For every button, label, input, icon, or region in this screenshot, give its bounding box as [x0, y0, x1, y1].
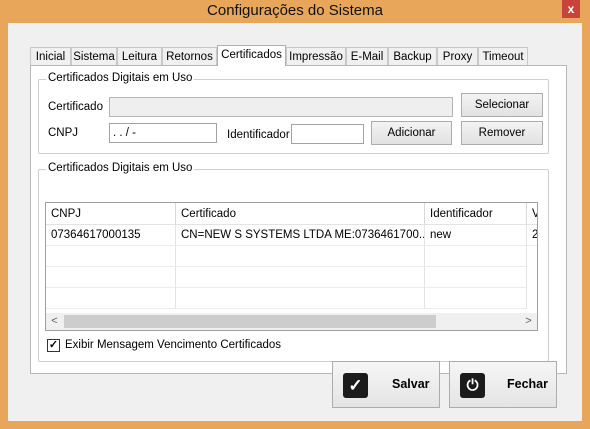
scroll-right-icon[interactable]: >	[520, 313, 537, 330]
title-bar[interactable]: Configurações do Sistema x	[0, 0, 590, 23]
fechar-label: Fechar	[507, 377, 548, 391]
column-header-identificador[interactable]: Identificador	[425, 203, 527, 225]
tab-email[interactable]: E-Mail	[346, 47, 388, 65]
tab-leitura[interactable]: Leitura	[117, 47, 162, 65]
column-header-cnpj[interactable]: CNPJ	[46, 203, 176, 225]
settings-window: Configurações do Sistema x Inicial Siste…	[0, 0, 590, 429]
power-icon: ⏻	[460, 373, 485, 398]
tab-timeout[interactable]: Timeout	[478, 47, 528, 65]
tab-impressao[interactable]: Impressão	[286, 47, 346, 65]
tab-backup[interactable]: Backup	[388, 47, 437, 65]
checkmark-icon: ✓	[343, 373, 368, 398]
certificados-tab-page: Certificados Digitais em Uso Certificado…	[30, 65, 567, 374]
empty-cell	[176, 246, 425, 267]
client-area: Inicial Sistema Leitura Retornos Certifi…	[8, 23, 582, 421]
certificate-list-group-title: Certificados Digitais em Uso	[46, 162, 195, 174]
column-header-certificado[interactable]: Certificado	[176, 203, 425, 225]
fechar-button[interactable]: ⏻ Fechar	[449, 361, 557, 408]
horizontal-scrollbar[interactable]: < >	[46, 313, 537, 330]
identificador-label: Identificador	[227, 129, 290, 141]
close-icon[interactable]: x	[562, 0, 580, 18]
empty-cell	[46, 288, 176, 309]
table-cell-v[interactable]: 2	[527, 225, 537, 246]
cnpj-label: CNPJ	[48, 127, 79, 139]
salvar-label: Salvar	[392, 377, 430, 391]
certificates-grid[interactable]: CNPJ Certificado Identificador V 0736461…	[45, 202, 538, 331]
window-title: Configurações do Sistema	[207, 2, 383, 19]
empty-cell	[425, 288, 527, 309]
salvar-button[interactable]: ✓ Salvar	[332, 361, 440, 408]
tab-inicial[interactable]: Inicial	[30, 47, 71, 65]
remover-button[interactable]: Remover	[461, 121, 543, 145]
certificado-label: Certificado	[48, 101, 103, 113]
certificado-field[interactable]	[109, 97, 453, 117]
empty-cell	[176, 267, 425, 288]
empty-cell	[425, 246, 527, 267]
table-cell-cnpj[interactable]: 07364617000135	[46, 225, 176, 246]
table-cell-identificador[interactable]: new	[425, 225, 527, 246]
empty-cell	[46, 267, 176, 288]
empty-cell	[425, 267, 527, 288]
empty-cell	[176, 288, 425, 309]
table-cell-certificado[interactable]: CN=NEW S SYSTEMS LTDA ME:0736461700...	[176, 225, 425, 246]
tab-proxy[interactable]: Proxy	[437, 47, 478, 65]
certificate-entry-group-title: Certificados Digitais em Uso	[46, 72, 195, 84]
tab-retornos[interactable]: Retornos	[162, 47, 217, 65]
empty-cell	[46, 246, 176, 267]
column-header-v[interactable]: V	[527, 203, 537, 225]
vencimento-checkbox-label[interactable]: Exibir Mensagem Vencimento Certificados	[65, 339, 281, 351]
scrollbar-thumb[interactable]	[64, 315, 436, 328]
cnpj-field[interactable]: . . / -	[109, 123, 217, 143]
scroll-left-icon[interactable]: <	[46, 313, 63, 330]
identificador-field[interactable]	[291, 124, 364, 144]
selecionar-button[interactable]: Selecionar	[461, 93, 543, 117]
tab-sistema[interactable]: Sistema	[71, 47, 117, 65]
tab-certificados[interactable]: Certificados	[217, 45, 286, 66]
vencimento-checkbox[interactable]: ✓	[47, 339, 60, 352]
adicionar-button[interactable]: Adicionar	[371, 121, 452, 145]
